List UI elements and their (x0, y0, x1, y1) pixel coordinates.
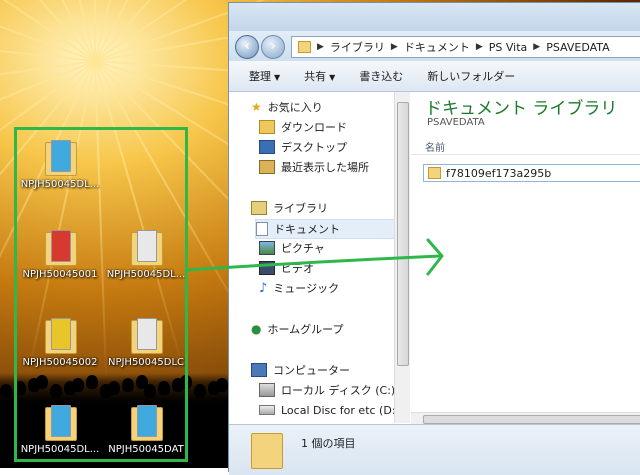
nav-label: コンピューター (273, 364, 350, 377)
scrollbar-thumb[interactable] (423, 415, 640, 424)
nav-label: お気に入り (267, 101, 323, 114)
nav-label: ホームグループ (267, 323, 344, 336)
nav-scrollbar[interactable] (394, 92, 410, 423)
caret-down-icon: ▼ (274, 73, 281, 82)
content-pane: ドキュメント ライブラリ PSAVEDATA 名前 f78109ef173a29… (411, 92, 640, 423)
address-bar: ‹ › ▶ ライブラリ ▶ ドキュメント ▶ PS Vita ▶ PSAVEDA… (229, 31, 640, 61)
crowd-head (216, 378, 228, 392)
star-icon: ★ (251, 100, 262, 114)
chevron-right-icon: ▶ (390, 42, 398, 52)
nav-local-disc-d[interactable]: Local Disc for etc (D:) (259, 401, 400, 419)
details-pane: 1 個の項目 (229, 424, 640, 475)
back-button[interactable]: ‹ (235, 35, 259, 59)
nav-music[interactable]: ♪ ミュージック (259, 279, 339, 297)
nav-downloads[interactable]: ダウンロード (259, 118, 347, 136)
drive-icon (259, 405, 275, 415)
title-bar (229, 3, 640, 31)
organize-button[interactable]: 整理 ▼ (249, 68, 280, 84)
nav-label: ドキュメント (274, 223, 340, 236)
nav-label: Local Disc for etc (D:) (281, 403, 400, 417)
library-subtitle: PSAVEDATA (427, 117, 485, 128)
nav-libraries[interactable]: ライブラリ (251, 199, 328, 217)
library-title: ドキュメント ライブラリ (425, 99, 618, 119)
breadcrumb-item[interactable]: PSAVEDATA (546, 41, 609, 54)
library-folder-icon (298, 41, 311, 53)
chevron-right-icon: ▶ (475, 42, 483, 52)
breadcrumb-item[interactable]: PS Vita (489, 41, 528, 54)
share-label: 共有 (304, 70, 327, 83)
computer-icon (251, 363, 267, 377)
recent-places-icon (259, 160, 275, 174)
caret-down-icon: ▼ (329, 73, 336, 82)
scrollbar-thumb[interactable] (397, 102, 409, 366)
folder-icon (251, 433, 283, 469)
pictures-icon (259, 241, 275, 255)
list-item[interactable]: f78109ef173a295b (423, 164, 640, 182)
folder-name: f78109ef173a295b (446, 166, 552, 180)
nav-label: ピクチャ (281, 242, 325, 255)
nav-label: ダウンロード (281, 121, 347, 134)
video-icon (259, 261, 275, 275)
nav-pictures[interactable]: ピクチャ (259, 239, 325, 257)
library-icon (251, 201, 267, 215)
breadcrumb[interactable]: ▶ ライブラリ ▶ ドキュメント ▶ PS Vita ▶ PSAVEDATA (291, 36, 640, 58)
nav-label: ローカル ディスク (C:) (281, 384, 396, 397)
new-folder-button[interactable]: 新しいフォルダー (427, 68, 515, 84)
folder-icon (428, 167, 441, 179)
download-icon (259, 120, 275, 134)
highlight-box (14, 127, 188, 462)
nav-local-disk-c[interactable]: ローカル ディスク (C:) (259, 381, 395, 399)
nav-homegroup[interactable]: ● ホームグループ (251, 320, 344, 338)
forward-button[interactable]: › (261, 35, 285, 59)
chevron-right-icon: ▶ (317, 42, 324, 52)
navigation-pane: ★ お気に入り ダウンロード デスクトップ 最近表示した場所 ライブラリ ドキュ… (229, 92, 400, 423)
nav-documents[interactable]: ドキュメント (255, 219, 395, 239)
nav-computer[interactable]: コンピューター (251, 361, 350, 379)
nav-label: ライブラリ (273, 202, 328, 215)
crowd-head (0, 384, 12, 398)
explorer-window: ‹ › ▶ ライブラリ ▶ ドキュメント ▶ PS Vita ▶ PSAVEDA… (228, 2, 640, 475)
desktop-icon (259, 140, 275, 154)
breadcrumb-item[interactable]: ライブラリ (330, 39, 385, 55)
organize-label: 整理 (249, 70, 271, 83)
nav-label: デスクトップ (281, 141, 347, 154)
document-icon (256, 222, 268, 236)
command-bar: 整理 ▼ 共有 ▼ 書き込む 新しいフォルダー (229, 61, 640, 92)
nav-videos[interactable]: ビデオ (259, 259, 314, 277)
header-divider (411, 154, 640, 155)
nav-label: ビデオ (281, 262, 314, 275)
share-button[interactable]: 共有 ▼ (304, 68, 335, 84)
music-icon: ♪ (259, 280, 268, 296)
item-count: 1 個の項目 (301, 437, 356, 450)
nav-favorites[interactable]: ★ お気に入り (251, 98, 323, 116)
homegroup-icon: ● (251, 322, 262, 336)
chevron-right-icon: ▶ (533, 42, 541, 52)
crowd-head (194, 384, 206, 398)
column-header-name[interactable]: 名前 (425, 139, 445, 154)
drive-icon (259, 383, 275, 397)
nav-recent[interactable]: 最近表示した場所 (259, 158, 369, 176)
nav-desktop[interactable]: デスクトップ (259, 138, 347, 156)
burn-button[interactable]: 書き込む (359, 68, 403, 84)
breadcrumb-item[interactable]: ドキュメント (404, 39, 470, 55)
nav-label: ミュージック (273, 282, 340, 295)
nav-label: 最近表示した場所 (281, 161, 369, 174)
